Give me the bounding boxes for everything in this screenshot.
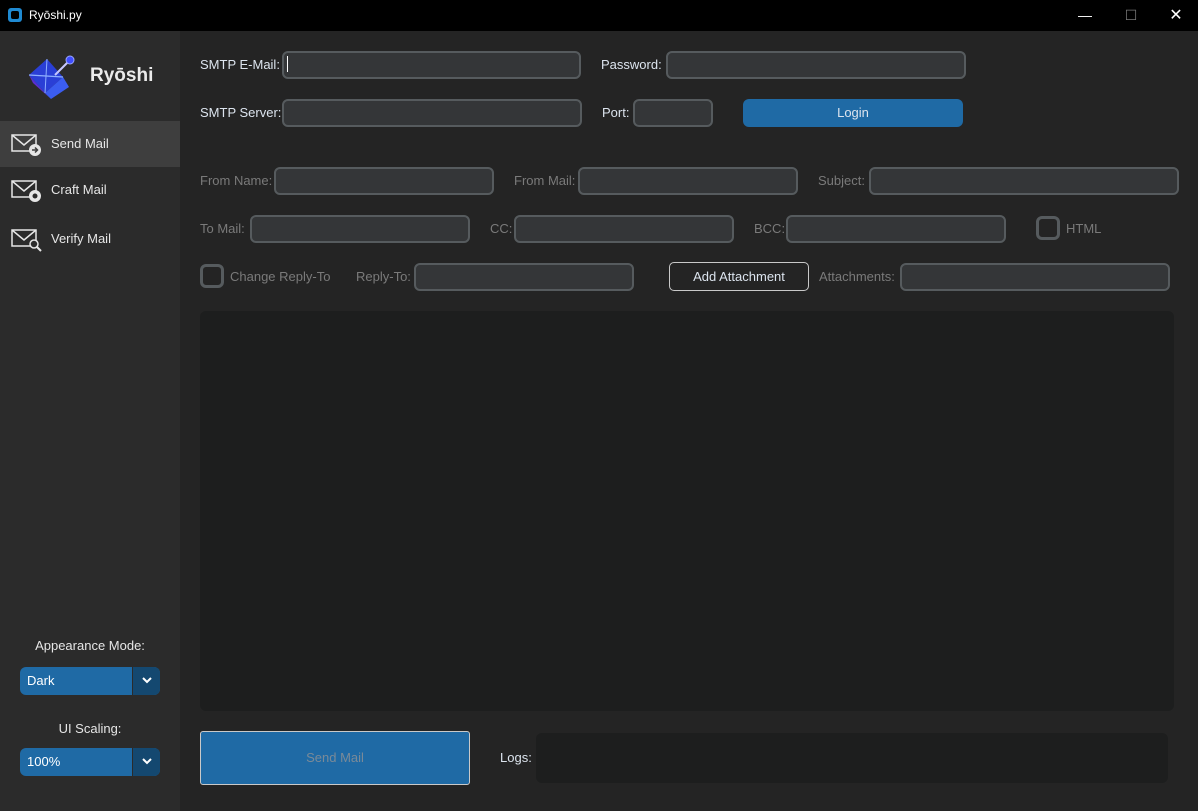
close-icon[interactable]: ✕ (1153, 0, 1198, 31)
ui-scaling-select[interactable]: 100% (20, 748, 160, 776)
smtp-server-label: SMTP Server: (200, 105, 282, 120)
smtp-server-field[interactable] (282, 99, 582, 127)
bcc-label: BCC: (754, 221, 786, 236)
minimize-icon[interactable]: — (1062, 0, 1108, 31)
change-reply-to-label: Change Reply-To (230, 269, 331, 284)
chevron-down-icon[interactable] (132, 748, 160, 776)
from-name-label: From Name: (200, 173, 273, 188)
bcc-field[interactable] (786, 215, 1006, 243)
to-mail-field[interactable] (250, 215, 470, 243)
logs-textbox (536, 733, 1168, 783)
reply-to-field[interactable] (414, 263, 634, 291)
mail-verify-icon (11, 229, 42, 252)
brand-title: Ryōshi (90, 65, 154, 86)
nav-verify-mail[interactable]: Verify Mail (0, 216, 180, 262)
appearance-mode-label: Appearance Mode: (35, 638, 145, 653)
password-label: Password: (601, 57, 662, 72)
appearance-mode-select[interactable]: Dark (20, 667, 160, 695)
nav-craft-mail[interactable]: Craft Mail (0, 167, 180, 213)
add-attachment-button[interactable]: Add Attachment (669, 262, 809, 291)
title-bar: Ryōshi.py — ☐ ✕ (0, 0, 1198, 31)
attachments-label: Attachments: (819, 269, 895, 284)
nav-label: Send Mail (51, 136, 109, 151)
smtp-email-label: SMTP E-Mail: (200, 57, 280, 72)
change-reply-to-checkbox[interactable] (200, 264, 224, 288)
reply-to-label: Reply-To: (356, 269, 411, 284)
nav-label: Craft Mail (51, 182, 107, 197)
port-label: Port: (602, 105, 630, 120)
window-title: Ryōshi.py (29, 8, 82, 22)
mail-body-textbox[interactable] (200, 311, 1174, 711)
chevron-down-icon[interactable] (132, 667, 160, 695)
html-checkbox[interactable] (1036, 216, 1060, 240)
mail-send-icon (11, 134, 41, 156)
maximize-icon[interactable]: ☐ (1108, 0, 1154, 31)
send-mail-button[interactable]: Send Mail (200, 731, 470, 785)
html-checkbox-label: HTML (1066, 221, 1102, 236)
ui-scaling-label: UI Scaling: (58, 721, 122, 736)
sidebar: Ryōshi Send Mail Craft Mail Verify Mail … (0, 31, 180, 811)
attachments-field[interactable] (900, 263, 1170, 291)
appearance-mode-value: Dark (27, 673, 55, 688)
cc-label: CC: (490, 221, 513, 236)
to-mail-label: To Mail: (200, 221, 245, 236)
from-name-field[interactable] (274, 167, 494, 195)
cc-field[interactable] (514, 215, 734, 243)
ui-scaling-value: 100% (27, 754, 61, 769)
app-icon (8, 8, 22, 22)
mail-craft-icon (11, 180, 41, 202)
text-caret (287, 56, 288, 72)
ryoshi-logo-icon (28, 55, 75, 99)
from-mail-field[interactable] (578, 167, 798, 195)
password-field[interactable] (666, 51, 966, 79)
from-mail-label: From Mail: (514, 173, 576, 188)
nav-send-mail[interactable]: Send Mail (0, 121, 180, 167)
port-field[interactable] (633, 99, 713, 127)
smtp-email-field[interactable] (282, 51, 581, 79)
nav-label: Verify Mail (51, 231, 111, 246)
login-button[interactable]: Login (743, 99, 963, 127)
subject-field[interactable] (869, 167, 1179, 195)
logs-label: Logs: (500, 750, 532, 765)
subject-label: Subject: (818, 173, 865, 188)
